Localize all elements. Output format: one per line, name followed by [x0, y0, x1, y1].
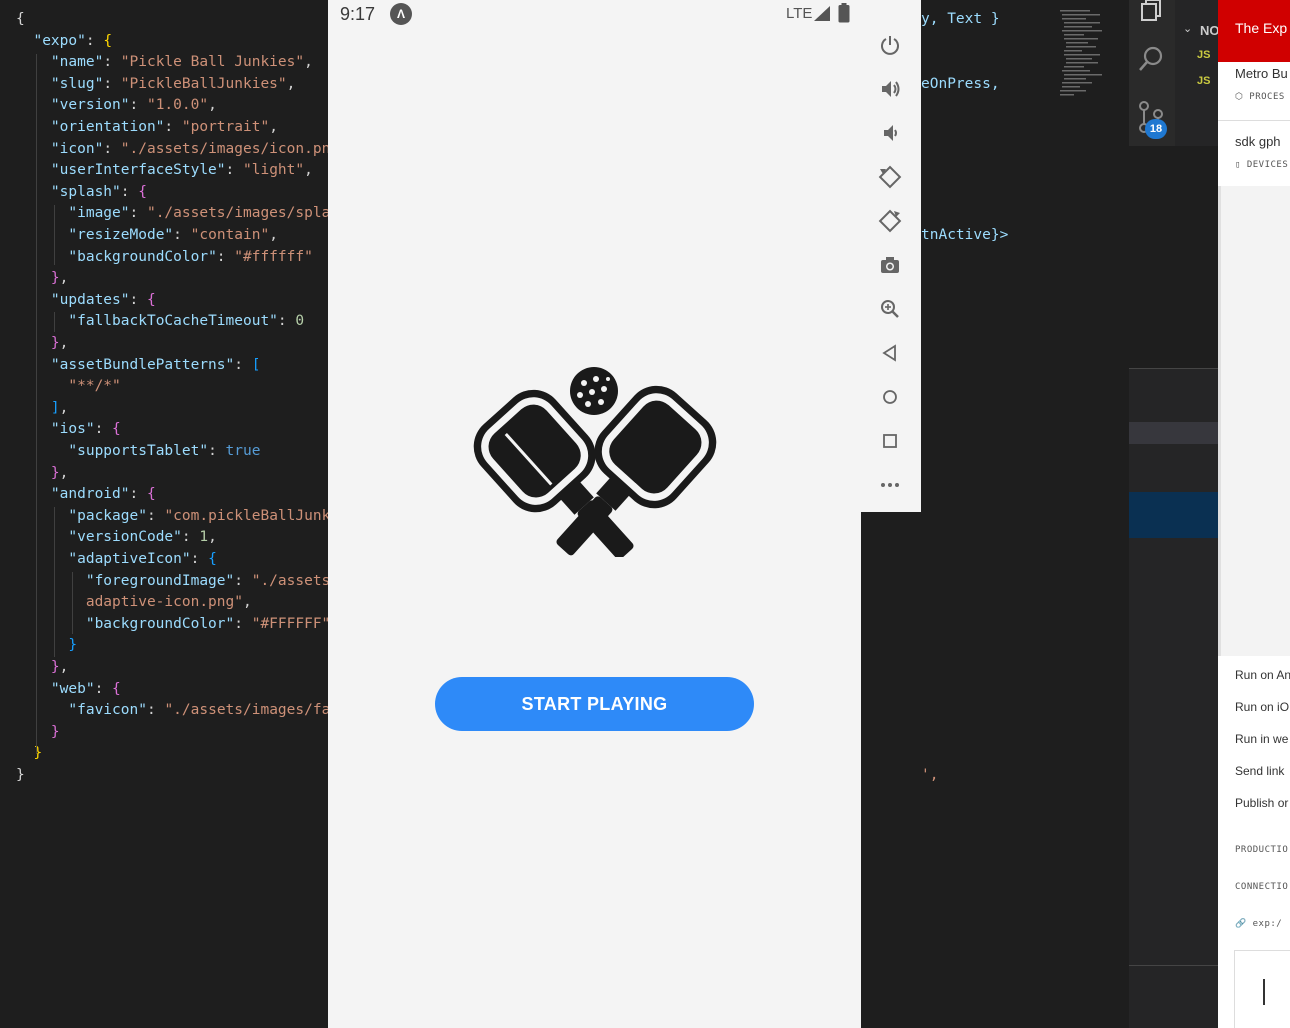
code-line: } [33, 745, 43, 762]
code-line: y, Text } [921, 11, 1000, 27]
code-line: "supportsTablet": true [68, 443, 261, 459]
code-line: eOnPress, [921, 76, 1000, 92]
js-file-icon[interactable]: JS [1197, 75, 1210, 87]
selected-item-highlight [1129, 492, 1218, 538]
code-line: tnActive}> [921, 227, 1009, 243]
volume-down-icon[interactable] [876, 119, 904, 147]
activity-bar: 18 [1129, 0, 1175, 146]
code-line: ], [50, 399, 69, 416]
code-line: "web": { [50, 680, 121, 697]
code-line: { [16, 11, 25, 27]
overview-icon[interactable] [876, 427, 904, 455]
process-label: ⬡ PROCES [1235, 92, 1285, 102]
status-bar: 9:17 Λ LTE [328, 0, 861, 28]
devtools-title: The Exp [1235, 20, 1288, 36]
code-line: } [68, 637, 78, 654]
code-minimap[interactable] [1058, 8, 1106, 100]
emulator-toolbar [861, 0, 921, 512]
indent-guide [54, 507, 55, 657]
rotate-right-icon[interactable] [876, 207, 904, 235]
code-line: "fallbackToCacheTimeout": 0 [68, 313, 305, 330]
chevron-down-icon[interactable]: ⌄ [1183, 22, 1192, 35]
expo-notification-icon: Λ [390, 3, 412, 25]
run-android-link[interactable]: Run on An [1235, 668, 1290, 682]
home-icon[interactable] [876, 383, 904, 411]
code-line: "name": "Pickle Ball Junkies", [50, 54, 313, 71]
explorer-icon[interactable] [1137, 0, 1167, 22]
code-line: "image": "./assets/images/spla [68, 205, 328, 222]
exp-url[interactable]: 🔗 exp:/ [1235, 919, 1282, 929]
code-line: "expo": { [33, 32, 113, 49]
pickleball-paddles-logo [473, 367, 717, 557]
back-icon[interactable] [876, 339, 904, 367]
link-icon: 🔗 [1235, 919, 1253, 929]
code-line: ', [921, 767, 939, 783]
code-line: "adaptiveIcon": { [68, 551, 217, 567]
qr-code-box [1234, 950, 1290, 1028]
code-line: "slug": "PickleBallJunkies", [50, 75, 296, 92]
rotate-left-icon[interactable] [876, 163, 904, 191]
box-icon: ⬡ [1235, 92, 1250, 102]
power-icon[interactable] [876, 31, 904, 59]
network-type: LTE [786, 5, 813, 22]
metro-bundler-label: Metro Bu [1235, 66, 1288, 81]
js-file-icon[interactable]: JS [1197, 49, 1210, 61]
indent-guide [36, 54, 37, 754]
signal-icon [814, 6, 830, 21]
zoom-icon[interactable] [876, 295, 904, 323]
search-icon[interactable] [1136, 44, 1166, 74]
indent-guide [54, 205, 55, 265]
code-line: "favicon": "./assets/images/fa [68, 702, 328, 719]
code-editor-left[interactable]: { "expo": { "name": "Pickle Ball Junkies… [0, 0, 328, 1028]
code-line: "backgroundColor": "#ffffff" [68, 248, 313, 265]
explorer-section-title[interactable]: NO [1200, 23, 1220, 38]
connection-label: CONNECTIO [1235, 882, 1289, 892]
code-line: "version": "1.0.0", [50, 97, 217, 114]
production-label: PRODUCTIO [1235, 845, 1289, 855]
publish-button[interactable]: Publish or [1235, 796, 1288, 810]
status-clock: 9:17 [340, 4, 376, 24]
panel-column [1129, 146, 1218, 1028]
sdk-label: sdk gph [1235, 134, 1281, 149]
code-line: "resizeMode": "contain", [68, 227, 278, 243]
android-emulator-screen[interactable]: 9:17 Λ LTE START PLAYING [328, 0, 861, 1028]
code-line: }, [50, 335, 69, 351]
device-icon: ▯ [1235, 160, 1247, 170]
code-line: "assetBundlePatterns": [ [50, 356, 261, 373]
code-line: }, [50, 464, 69, 481]
camera-icon[interactable] [876, 251, 904, 279]
start-playing-button[interactable]: START PLAYING [435, 677, 754, 731]
run-ios-link[interactable]: Run on iO [1235, 700, 1289, 714]
code-line: adaptive-icon.png", [85, 594, 252, 611]
code-line: "userInterfaceStyle": "light", [50, 162, 313, 179]
run-web-link[interactable]: Run in we [1235, 732, 1288, 746]
battery-icon [838, 3, 850, 23]
code-line: } [50, 723, 60, 740]
code-line: } [16, 767, 25, 783]
volume-up-icon[interactable] [876, 75, 904, 103]
code-line: }, [50, 659, 69, 675]
code-line: "orientation": "portrait", [50, 119, 278, 135]
source-control-badge: 18 [1145, 119, 1167, 139]
code-line: "ios": { [50, 421, 121, 438]
code-line: "versionCode": 1, [68, 529, 217, 546]
expo-devtools-panel[interactable]: The Exp Metro Bu ⬡ PROCES sdk gph ▯ DEVI… [1218, 0, 1290, 1028]
code-line: "**/*" [68, 378, 121, 395]
code-line: "backgroundColor": "#FFFFFF" [85, 615, 328, 632]
indent-guide [72, 572, 73, 634]
more-options-icon[interactable] [876, 471, 904, 499]
code-line: "icon": "./assets/images/icon.pn [50, 140, 328, 157]
code-editor-right[interactable]: y, Text } eOnPress, tnActive}> ', [921, 0, 1129, 1028]
code-line: }, [50, 270, 69, 287]
send-link-button[interactable]: Send link [1235, 764, 1284, 778]
devices-label: ▯ DEVICES [1235, 160, 1289, 170]
indent-guide [54, 312, 55, 332]
explorer-sidebar: ⌄ NO JS JS [1175, 0, 1220, 146]
code-line: "package": "com.pickleBallJunk [68, 507, 328, 524]
code-line: "foregroundImage": "./assets [85, 572, 328, 589]
